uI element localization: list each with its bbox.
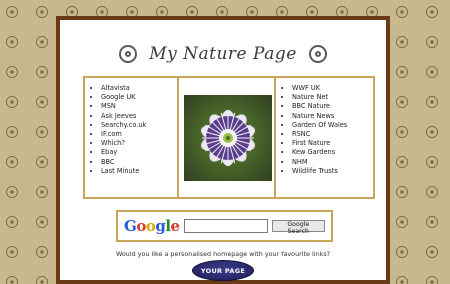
left-link[interactable]: BBC — [101, 158, 179, 167]
right-link[interactable]: Garden Of Wales — [292, 121, 373, 130]
passion-flower-image — [183, 94, 272, 181]
image-panel — [177, 76, 278, 199]
google-search-box: Google Google Search — [116, 210, 333, 242]
google-search-button[interactable]: Google Search — [271, 220, 325, 235]
right-link[interactable]: First Nature — [292, 139, 373, 148]
left-link[interactable]: MSN — [101, 102, 179, 111]
your-page-button[interactable]: YOUR PAGE — [192, 260, 254, 281]
left-link[interactable]: Last Minute — [101, 167, 179, 176]
left-link[interactable]: Ebay — [101, 148, 179, 157]
left-link[interactable]: Google UK — [101, 93, 179, 102]
right-link[interactable]: Kew Gardens — [292, 148, 373, 157]
page-title: My Nature Page — [149, 44, 297, 64]
right-link[interactable]: Nature News — [292, 112, 373, 121]
page-frame: My Nature Page AltavistaGoogle UKMSNAsk … — [56, 16, 390, 284]
left-links-panel: AltavistaGoogle UKMSNAsk JeevesSearchy.c… — [83, 76, 181, 199]
right-links-list: WWF UKNature NetBBC NatureNature NewsGar… — [276, 78, 373, 176]
snail-icon-right — [308, 45, 327, 63]
right-link[interactable]: NHM — [292, 158, 373, 167]
left-link[interactable]: Ask Jeeves — [101, 112, 179, 121]
personalise-prompt: Would you like a personalised homepage w… — [115, 250, 331, 258]
right-links-panel: WWF UKNature NetBBC NatureNature NewsGar… — [274, 76, 375, 199]
left-link[interactable]: Searchy.co.uk — [101, 121, 179, 130]
right-link[interactable]: WWF UK — [292, 84, 373, 93]
right-link[interactable]: BBC Nature — [292, 102, 373, 111]
left-link[interactable]: IF.com — [101, 130, 179, 139]
google-logo: Google — [124, 217, 180, 235]
left-link[interactable]: Which? — [101, 139, 179, 148]
snail-icon-left — [119, 45, 138, 63]
right-link[interactable]: Nature Net — [292, 93, 373, 102]
left-links-list: AltavistaGoogle UKMSNAsk JeevesSearchy.c… — [85, 78, 179, 176]
right-link[interactable]: Wildlife Trusts — [292, 167, 373, 176]
header: My Nature Page — [60, 34, 386, 74]
search-input[interactable] — [183, 219, 268, 233]
right-link[interactable]: RSNC — [292, 130, 373, 139]
left-link[interactable]: Altavista — [101, 84, 179, 93]
